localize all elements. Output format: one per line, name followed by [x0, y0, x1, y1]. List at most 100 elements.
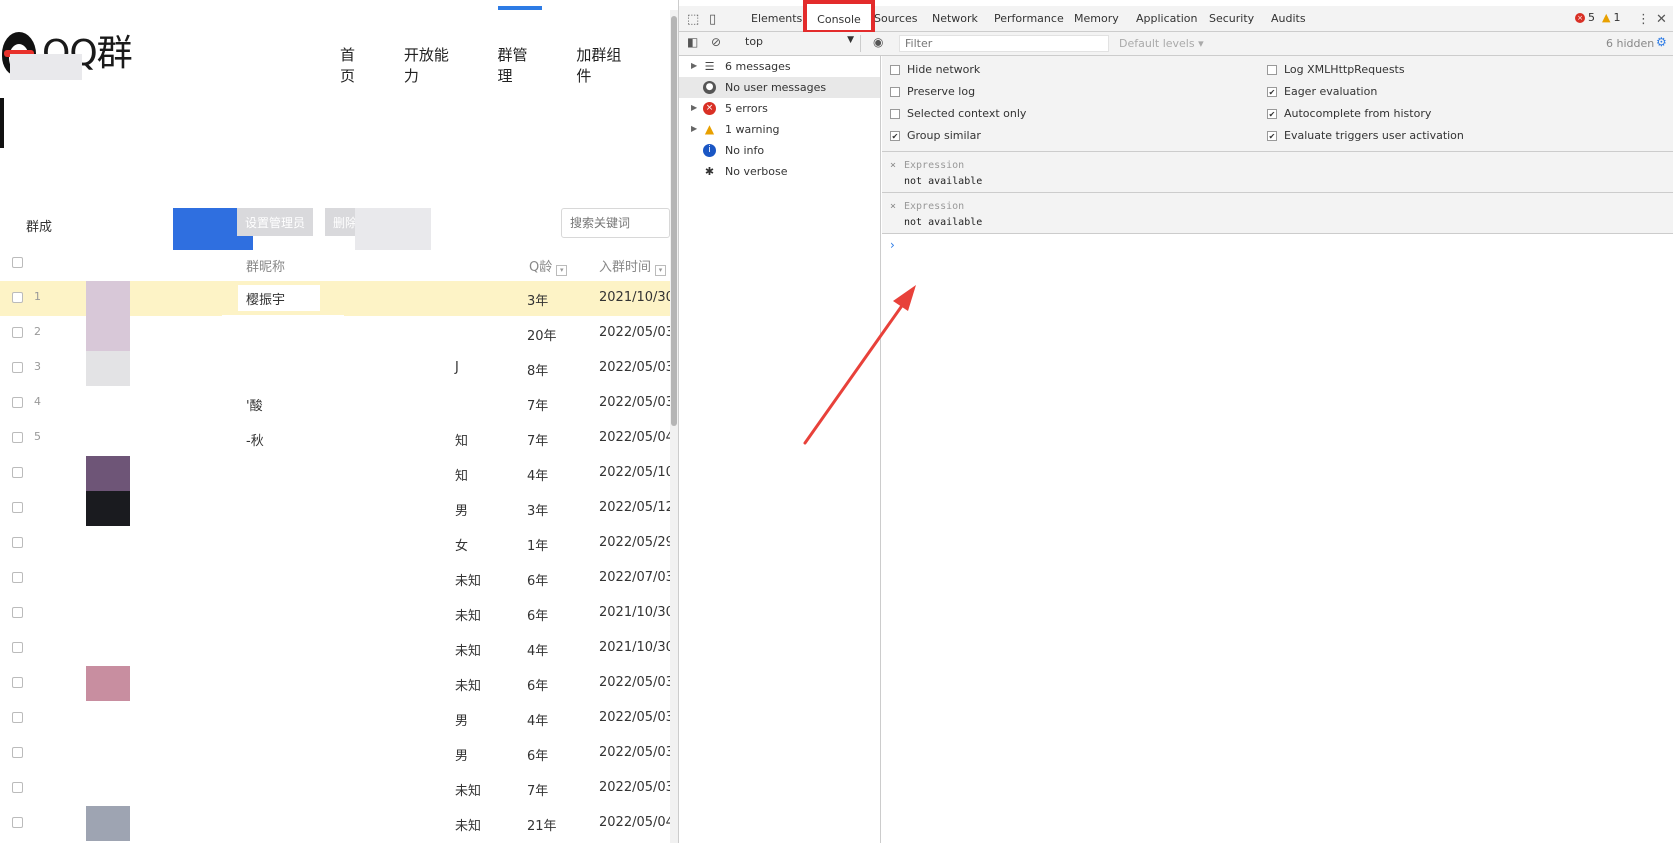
nav-home[interactable]: 首页 — [340, 40, 370, 90]
table-row[interactable]: 男 3年 2022/05/12 — [0, 491, 670, 526]
set-admin-button[interactable]: 设置管理员 — [237, 208, 314, 236]
sidebar-item[interactable]: ✱ No verbose — [679, 161, 880, 182]
setting-option[interactable]: ✔ Autocomplete from history — [1267, 107, 1431, 120]
row-checkbox[interactable] — [12, 712, 23, 723]
console-prompt-row[interactable]: › — [882, 234, 1673, 264]
col-qage[interactable]: Q龄 ▾ — [529, 256, 568, 276]
tab-application[interactable]: Application — [1136, 12, 1197, 25]
remove-expression-icon[interactable]: × — [890, 160, 896, 171]
setting-option[interactable]: Log XMLHttpRequests — [1267, 63, 1405, 76]
setting-checkbox[interactable]: ✔ — [1267, 130, 1277, 141]
setting-checkbox[interactable] — [890, 64, 900, 75]
table-row[interactable]: 知 4年 2022/05/10 — [0, 456, 670, 491]
filter-input[interactable] — [899, 35, 1109, 52]
page-scrollbar[interactable] — [670, 10, 678, 843]
setting-option[interactable]: ✔ Eager evaluation — [1267, 85, 1377, 98]
live-expression[interactable]: × Expression not available — [882, 193, 1673, 234]
scrollbar-thumb[interactable] — [671, 16, 677, 426]
row-checkbox[interactable] — [12, 327, 23, 338]
nav-open-capability[interactable]: 开放能力 — [404, 40, 464, 90]
select-all-checkbox[interactable] — [12, 257, 23, 268]
row-checkbox[interactable] — [12, 782, 23, 793]
tab-performance[interactable]: Performance — [994, 12, 1064, 25]
setting-option[interactable]: ✔ Group similar — [890, 129, 981, 142]
col-nickname[interactable]: 群昵称 — [246, 256, 285, 275]
table-row[interactable]: 未知 6年 2022/07/03 — [0, 561, 670, 596]
setting-option[interactable]: Hide network — [890, 63, 980, 76]
remove-expression-icon[interactable]: × — [890, 201, 896, 212]
tab-network[interactable]: Network — [932, 12, 978, 25]
row-checkbox[interactable] — [12, 747, 23, 758]
table-row[interactable]: 未知 6年 2022/05/03 — [0, 666, 670, 701]
device-toolbar-icon[interactable]: ▯ — [709, 12, 716, 27]
row-checkbox[interactable] — [12, 607, 23, 618]
table-row[interactable]: 未知 7年 2022/05/03 — [0, 771, 670, 806]
nickname-edit-input[interactable]: 樱振宇 — [238, 285, 320, 311]
context-select[interactable]: top ▼ — [741, 35, 861, 52]
eye-icon[interactable]: ◉ — [873, 35, 883, 49]
clear-console-icon[interactable]: ⊘ — [711, 35, 721, 49]
search-input[interactable] — [561, 208, 670, 238]
row-checkbox[interactable] — [12, 432, 23, 443]
row-checkbox[interactable] — [12, 362, 23, 373]
expand-arrow-icon[interactable]: ▶ — [691, 103, 697, 112]
sidebar-item[interactable]: i No info — [679, 140, 880, 161]
levels-dropdown[interactable]: Default levels ▾ — [1119, 37, 1204, 50]
table-row[interactable]: 未知 6年 2021/10/30 — [0, 596, 670, 631]
table-row[interactable]: 男 4年 2022/05/03 — [0, 701, 670, 736]
sidebar-item[interactable]: ● No user messages — [679, 77, 880, 98]
col-join-time[interactable]: 入群时间 ▾ — [599, 256, 667, 276]
error-icon: × — [1575, 12, 1585, 23]
more-options-icon[interactable]: ⋮ — [1637, 12, 1650, 27]
setting-option[interactable]: Selected context only — [890, 107, 1026, 120]
row-checkbox[interactable] — [12, 572, 23, 583]
table-row[interactable]: 未知 21年 2022/05/04 — [0, 806, 670, 841]
setting-checkbox[interactable] — [890, 108, 900, 119]
table-row[interactable]: 女 1年 2022/05/29 — [0, 526, 670, 561]
settings-gear-icon[interactable]: ⚙ — [1656, 35, 1667, 49]
setting-option[interactable]: Preserve log — [890, 85, 975, 98]
setting-checkbox[interactable]: ✔ — [1267, 108, 1277, 119]
row-checkbox[interactable] — [12, 292, 23, 303]
expression-label[interactable]: Expression — [904, 201, 964, 212]
expand-arrow-icon[interactable]: ▶ — [691, 61, 697, 70]
tab-security[interactable]: Security — [1209, 12, 1254, 25]
table-row[interactable]: 1 樱振宇 3年 2021/10/30 — [0, 281, 670, 316]
row-checkbox[interactable] — [12, 397, 23, 408]
row-checkbox[interactable] — [12, 467, 23, 478]
expression-label[interactable]: Expression — [904, 160, 964, 171]
tab-audits[interactable]: Audits — [1271, 12, 1306, 25]
nav-group-manage[interactable]: 群管理 — [497, 6, 543, 90]
row-checkbox[interactable] — [12, 642, 23, 653]
tab-elements[interactable]: Elements — [751, 12, 802, 25]
row-checkbox[interactable] — [12, 537, 23, 548]
expand-arrow-icon[interactable]: ▶ — [691, 124, 697, 133]
setting-checkbox[interactable]: ✔ — [890, 130, 900, 141]
sort-icon[interactable]: ▾ — [556, 265, 568, 276]
table-row[interactable]: 5 -秋 知 7年 2022/05/04 — [0, 421, 670, 456]
error-warning-counter[interactable]: × 5 ▲ 1 — [1575, 11, 1620, 24]
setting-option[interactable]: ✔ Evaluate triggers user activation — [1267, 129, 1464, 142]
table-row[interactable]: 男 6年 2022/05/03 — [0, 736, 670, 771]
tab-memory[interactable]: Memory — [1074, 12, 1119, 25]
sidebar-item[interactable]: ▶ × 5 errors — [679, 98, 880, 119]
tab-sources[interactable]: Sources — [874, 12, 918, 25]
row-checkbox[interactable] — [12, 502, 23, 513]
setting-checkbox[interactable]: ✔ — [1267, 86, 1277, 97]
tab-console[interactable]: Console — [803, 0, 875, 34]
table-row[interactable]: 未知 4年 2021/10/30 — [0, 631, 670, 666]
sidebar-item[interactable]: ▶ ☰ 6 messages — [679, 56, 880, 77]
close-icon[interactable]: ✕ — [1656, 12, 1667, 27]
setting-checkbox[interactable] — [890, 86, 900, 97]
nav-join-widget[interactable]: 加群组件 — [576, 40, 636, 90]
sort-icon[interactable]: ▾ — [655, 265, 667, 276]
inspect-element-icon[interactable]: ⬚ — [687, 12, 699, 27]
live-expression[interactable]: × Expression not available — [882, 152, 1673, 193]
table-row[interactable]: 3 J 8年 2022/05/03 — [0, 351, 670, 386]
setting-checkbox[interactable] — [1267, 64, 1277, 75]
sidebar-toggle-icon[interactable]: ◧ — [687, 35, 698, 49]
table-row[interactable]: 4 '酸 7年 2022/05/03 — [0, 386, 670, 421]
row-checkbox[interactable] — [12, 817, 23, 828]
sidebar-item[interactable]: ▶ ▲ 1 warning — [679, 119, 880, 140]
row-checkbox[interactable] — [12, 677, 23, 688]
